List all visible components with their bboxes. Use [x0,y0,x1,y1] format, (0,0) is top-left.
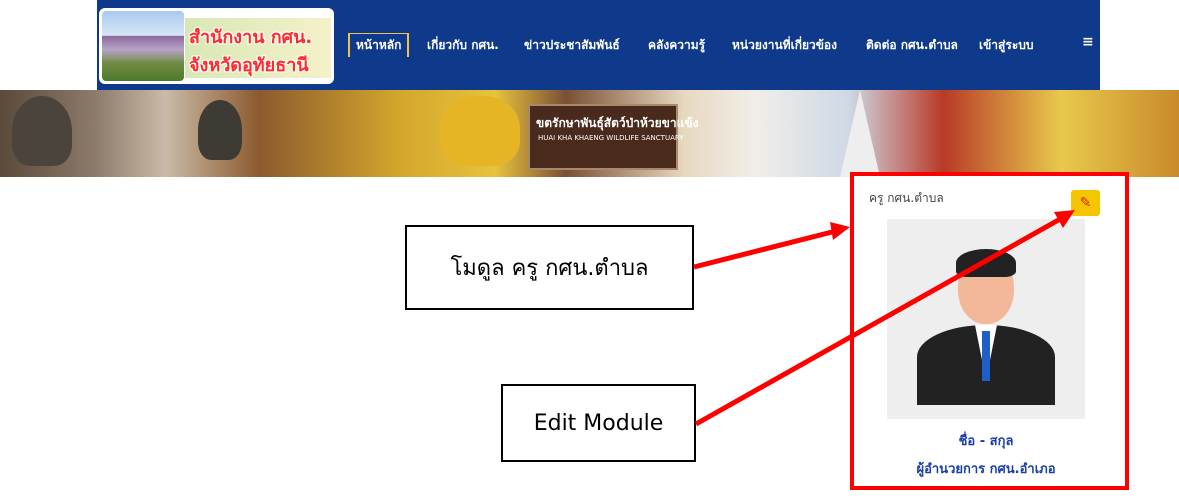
banner-stupa-left [12,96,72,166]
logo-building-image [102,11,184,81]
callout-edit-label: Edit Module [501,384,696,462]
banner-golden-buddha [440,96,520,166]
banner-stupa-middle [198,100,242,160]
banner-temple-spire [840,90,880,177]
nav-item-contact[interactable]: ติดต่อ กศน.ตำบล [866,36,958,55]
nav-item-home[interactable]: หน้าหลัก [348,33,410,57]
edit-icon: ✎ [1079,195,1092,211]
banner-sanctuary-sign: ขตรักษาพันธุ์สัตว์ป่าห้วยขาแข้ง HUAI KHA… [528,104,698,170]
arrow-head-module [830,222,850,240]
header-banner-image: ขตรักษาพันธุ์สัตว์ป่าห้วยขาแข้ง HUAI KHA… [0,90,1179,177]
callout-edit-text: Edit Module [533,410,664,436]
hamburger-menu-icon[interactable]: ≡ [1082,34,1094,50]
avatar-tie [982,331,990,381]
teacher-name-link[interactable]: ชื่อ - สกุล [869,430,1103,451]
module-title: ครู กศน.ตำบล [869,191,944,205]
banner-sign-subtext: HUAI KHA KHAENG WILDLIFE SANCTUARY [538,134,684,142]
nav-item-news[interactable]: ข่าวประชาสัมพันธ์ [524,36,620,55]
callout-module-text: โมดูล ครู กศน.ตำบล [450,256,649,281]
nav-item-agencies[interactable]: หน่วยงานที่เกี่ยวข้อง [732,36,837,55]
site-logo[interactable]: สำนักงาน กศน. จังหวัดอุทัยธานี [99,8,334,84]
top-navbar: สำนักงาน กศน. จังหวัดอุทัยธานี หน้าหลัก … [97,0,1100,90]
arrow-to-module [693,228,837,270]
logo-line-2: จังหวัดอุทัยธานี [189,55,309,76]
nav-item-about[interactable]: เกี่ยวกับ กศน. [427,36,499,55]
edit-module-button[interactable]: ✎ [1071,190,1100,216]
callout-module-label: โมดูล ครู กศน.ตำบล [405,225,694,310]
logo-line-1: สำนักงาน กศน. [189,27,313,48]
teacher-avatar [887,219,1085,419]
teacher-role-link[interactable]: ผู้อำนวยการ กศน.อำเภอ [869,458,1103,479]
avatar-hair [956,249,1016,277]
nav-item-knowledge[interactable]: คลังความรู้ [648,36,705,55]
banner-sign-text: ขตรักษาพันธุ์สัตว์ป่าห้วยขาแข้ง [536,116,699,130]
nav-item-login[interactable]: เข้าสู่ระบบ [979,36,1034,55]
